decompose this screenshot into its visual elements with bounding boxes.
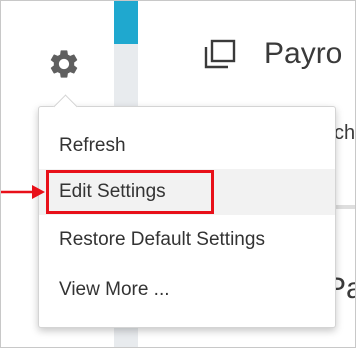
settings-gear-button[interactable] (44, 44, 84, 84)
content-divider (336, 205, 356, 209)
menu-item-restore-default-settings[interactable]: Restore Default Settings (39, 217, 335, 263)
menu-item-refresh[interactable]: Refresh (39, 123, 335, 169)
window-stack-icon (204, 39, 236, 69)
gear-icon (50, 50, 78, 78)
page-title: Payro (264, 37, 343, 70)
menu-item-edit-settings[interactable]: Edit Settings (39, 169, 335, 215)
main-content-text: ch (334, 122, 356, 144)
arrow-right-icon (0, 185, 45, 199)
scroll-accent (114, 0, 138, 44)
menu-item-view-more[interactable]: View More ... (39, 267, 335, 313)
settings-dropdown-menu: Refresh Edit Settings Restore Default Se… (38, 94, 336, 328)
